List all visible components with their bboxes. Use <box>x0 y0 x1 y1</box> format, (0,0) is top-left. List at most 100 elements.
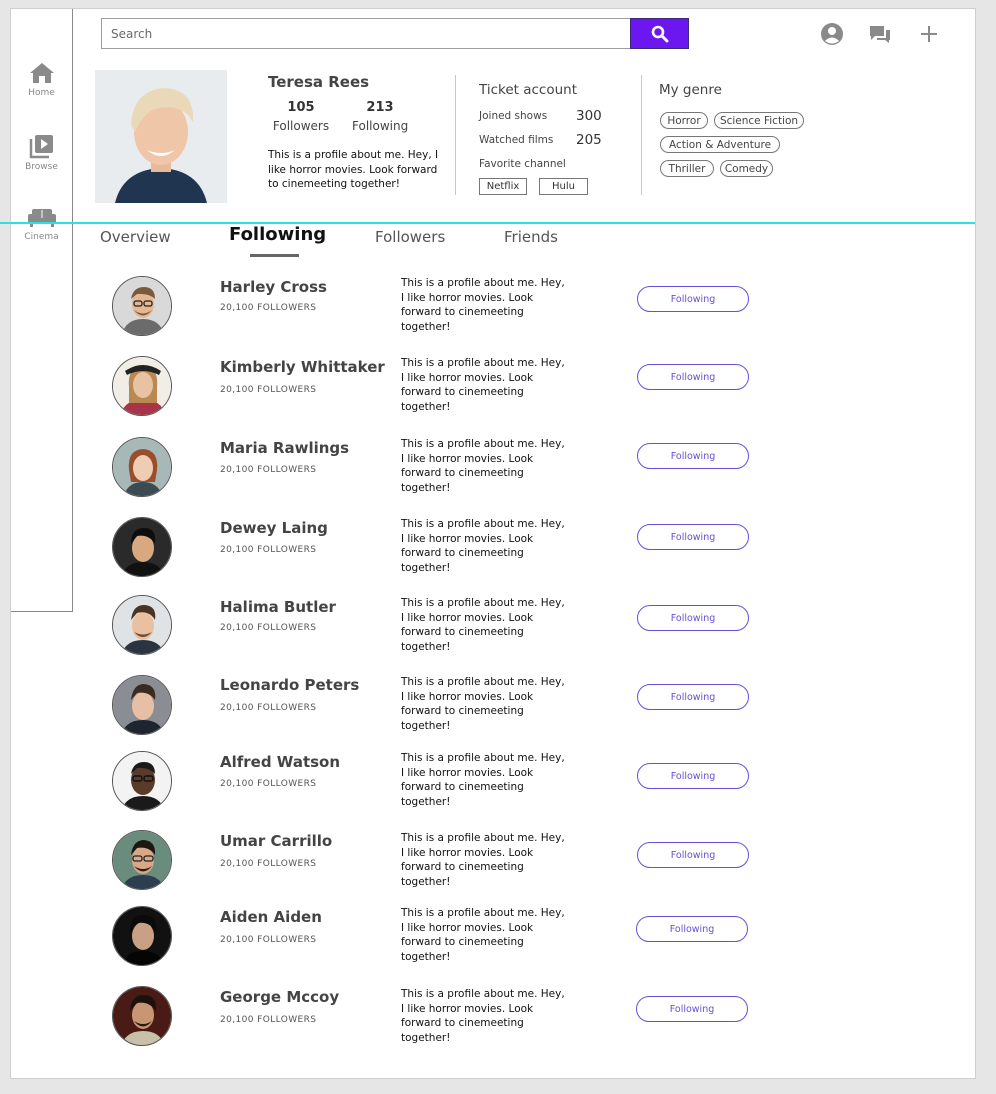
home-icon <box>29 63 54 83</box>
tab-following[interactable]: Following <box>229 224 326 245</box>
add-button[interactable] <box>916 21 942 47</box>
user-name[interactable]: Maria Rawlings <box>220 439 349 457</box>
following-button[interactable]: Following <box>637 684 749 710</box>
sidebar: Home Browse Cinema <box>11 9 73 612</box>
following-stat[interactable]: 213 Following <box>352 100 408 133</box>
user-followers: 20,100 FOLLOWERS <box>220 935 317 945</box>
user-bio: This is a profile about me. Hey, I like … <box>401 832 565 888</box>
user-followers: 20,100 FOLLOWERS <box>220 1015 317 1025</box>
avatar[interactable] <box>112 751 172 811</box>
user-followers: 20,100 FOLLOWERS <box>220 623 317 633</box>
genre-tag[interactable]: Science Fiction <box>714 112 804 129</box>
avatar[interactable] <box>112 830 172 890</box>
user-name[interactable]: Aiden Aiden <box>220 908 322 926</box>
avatar[interactable] <box>112 986 172 1046</box>
user-followers: 20,100 FOLLOWERS <box>220 703 317 713</box>
user-bio: This is a profile about me. Hey, I like … <box>401 676 565 732</box>
followers-stat[interactable]: 105 Followers <box>272 100 330 133</box>
sidebar-item-home[interactable]: Home <box>11 61 72 98</box>
avatar[interactable] <box>112 675 172 735</box>
list-item: Leonardo Peters 20,100 FOLLOWERS This is… <box>100 675 800 745</box>
genre-tag[interactable]: Comedy <box>720 160 773 177</box>
ticket-account-title: Ticket account <box>479 82 578 98</box>
user-bio: This is a profile about me. Hey, I like … <box>401 357 565 413</box>
profile-bio: This is a profile about me. Hey, I like … <box>268 149 439 190</box>
sidebar-item-label: Home <box>28 88 55 98</box>
user-followers: 20,100 FOLLOWERS <box>220 465 317 475</box>
sofa-icon <box>27 209 56 227</box>
my-genre-title: My genre <box>659 82 722 98</box>
chat-button[interactable] <box>867 21 893 47</box>
sidebar-item-browse[interactable]: Browse <box>11 133 72 172</box>
user-followers: 20,100 FOLLOWERS <box>220 545 317 555</box>
user-followers: 20,100 FOLLOWERS <box>220 859 317 869</box>
following-button[interactable]: Following <box>637 842 749 868</box>
user-name[interactable]: George Mccoy <box>220 988 339 1006</box>
user-bio: This is a profile about me. Hey, I like … <box>401 518 565 574</box>
user-name[interactable]: Harley Cross <box>220 278 327 296</box>
user-followers: 20,100 FOLLOWERS <box>220 779 317 789</box>
avatar[interactable] <box>112 276 172 336</box>
channel-tag-netflix[interactable]: Netflix <box>479 178 527 195</box>
followers-count: 105 <box>287 100 315 115</box>
watched-films-value: 205 <box>576 132 602 148</box>
list-item: Alfred Watson 20,100 FOLLOWERS This is a… <box>100 751 800 821</box>
plus-icon <box>921 26 937 42</box>
list-item: Aiden Aiden 20,100 FOLLOWERS This is a p… <box>100 906 800 976</box>
user-bio: This is a profile about me. Hey, I like … <box>401 988 565 1044</box>
user-name[interactable]: Halima Butler <box>220 598 336 616</box>
genre-tag[interactable]: Thriller <box>660 160 714 177</box>
list-item: Umar Carrillo 20,100 FOLLOWERS This is a… <box>100 830 800 900</box>
following-button[interactable]: Following <box>637 443 749 469</box>
followers-label: Followers <box>272 119 330 133</box>
account-icon <box>821 23 843 45</box>
chat-icon <box>870 26 890 43</box>
search-input[interactable] <box>101 18 631 49</box>
list-item: Dewey Laing 20,100 FOLLOWERS This is a p… <box>100 517 800 587</box>
search-button[interactable] <box>630 18 689 49</box>
user-name[interactable]: Leonardo Peters <box>220 676 359 694</box>
following-button[interactable]: Following <box>637 763 749 789</box>
profile-name: Teresa Rees <box>268 73 370 91</box>
profile-photo <box>95 70 227 203</box>
list-item: Maria Rawlings 20,100 FOLLOWERS This is … <box>100 437 800 507</box>
following-button[interactable]: Following <box>637 605 749 631</box>
tab-followers[interactable]: Followers <box>375 228 445 246</box>
user-name[interactable]: Dewey Laing <box>220 519 328 537</box>
user-name[interactable]: Alfred Watson <box>220 753 340 771</box>
divider <box>455 75 456 195</box>
following-button[interactable]: Following <box>636 916 748 942</box>
user-name[interactable]: Umar Carrillo <box>220 832 332 850</box>
avatar[interactable] <box>112 437 172 497</box>
genre-tag[interactable]: Action & Adventure <box>660 136 780 153</box>
following-button[interactable]: Following <box>637 524 749 550</box>
avatar[interactable] <box>112 356 172 416</box>
watched-films-label: Watched films <box>479 134 554 146</box>
avatar[interactable] <box>112 595 172 655</box>
sidebar-item-label: Browse <box>25 162 58 172</box>
user-name[interactable]: Kimberly Whittaker <box>220 358 385 376</box>
genre-tag[interactable]: Horror <box>660 112 708 129</box>
avatar[interactable] <box>112 906 172 966</box>
user-bio: This is a profile about me. Hey, I like … <box>401 277 565 333</box>
favorite-channel-label: Favorite channel <box>479 158 566 170</box>
list-item: Harley Cross 20,100 FOLLOWERS This is a … <box>100 276 800 346</box>
list-item: George Mccoy 20,100 FOLLOWERS This is a … <box>100 986 800 1056</box>
tab-friends[interactable]: Friends <box>504 228 558 246</box>
channel-tag-hulu[interactable]: Hulu <box>539 178 588 195</box>
account-button[interactable] <box>819 21 845 47</box>
sidebar-item-label: Cinema <box>24 232 59 242</box>
divider <box>641 75 642 195</box>
user-bio: This is a profile about me. Hey, I like … <box>401 438 565 494</box>
avatar[interactable] <box>112 517 172 577</box>
user-followers: 20,100 FOLLOWERS <box>220 385 317 395</box>
user-bio: This is a profile about me. Hey, I like … <box>401 752 565 808</box>
joined-shows-label: Joined shows <box>479 110 548 122</box>
active-tab-indicator <box>250 254 299 257</box>
following-button[interactable]: Following <box>637 364 749 390</box>
following-count: 213 <box>366 100 394 115</box>
tab-overview[interactable]: Overview <box>100 228 171 246</box>
sidebar-item-cinema[interactable]: Cinema <box>11 207 72 242</box>
following-button[interactable]: Following <box>636 996 748 1022</box>
following-button[interactable]: Following <box>637 286 749 312</box>
